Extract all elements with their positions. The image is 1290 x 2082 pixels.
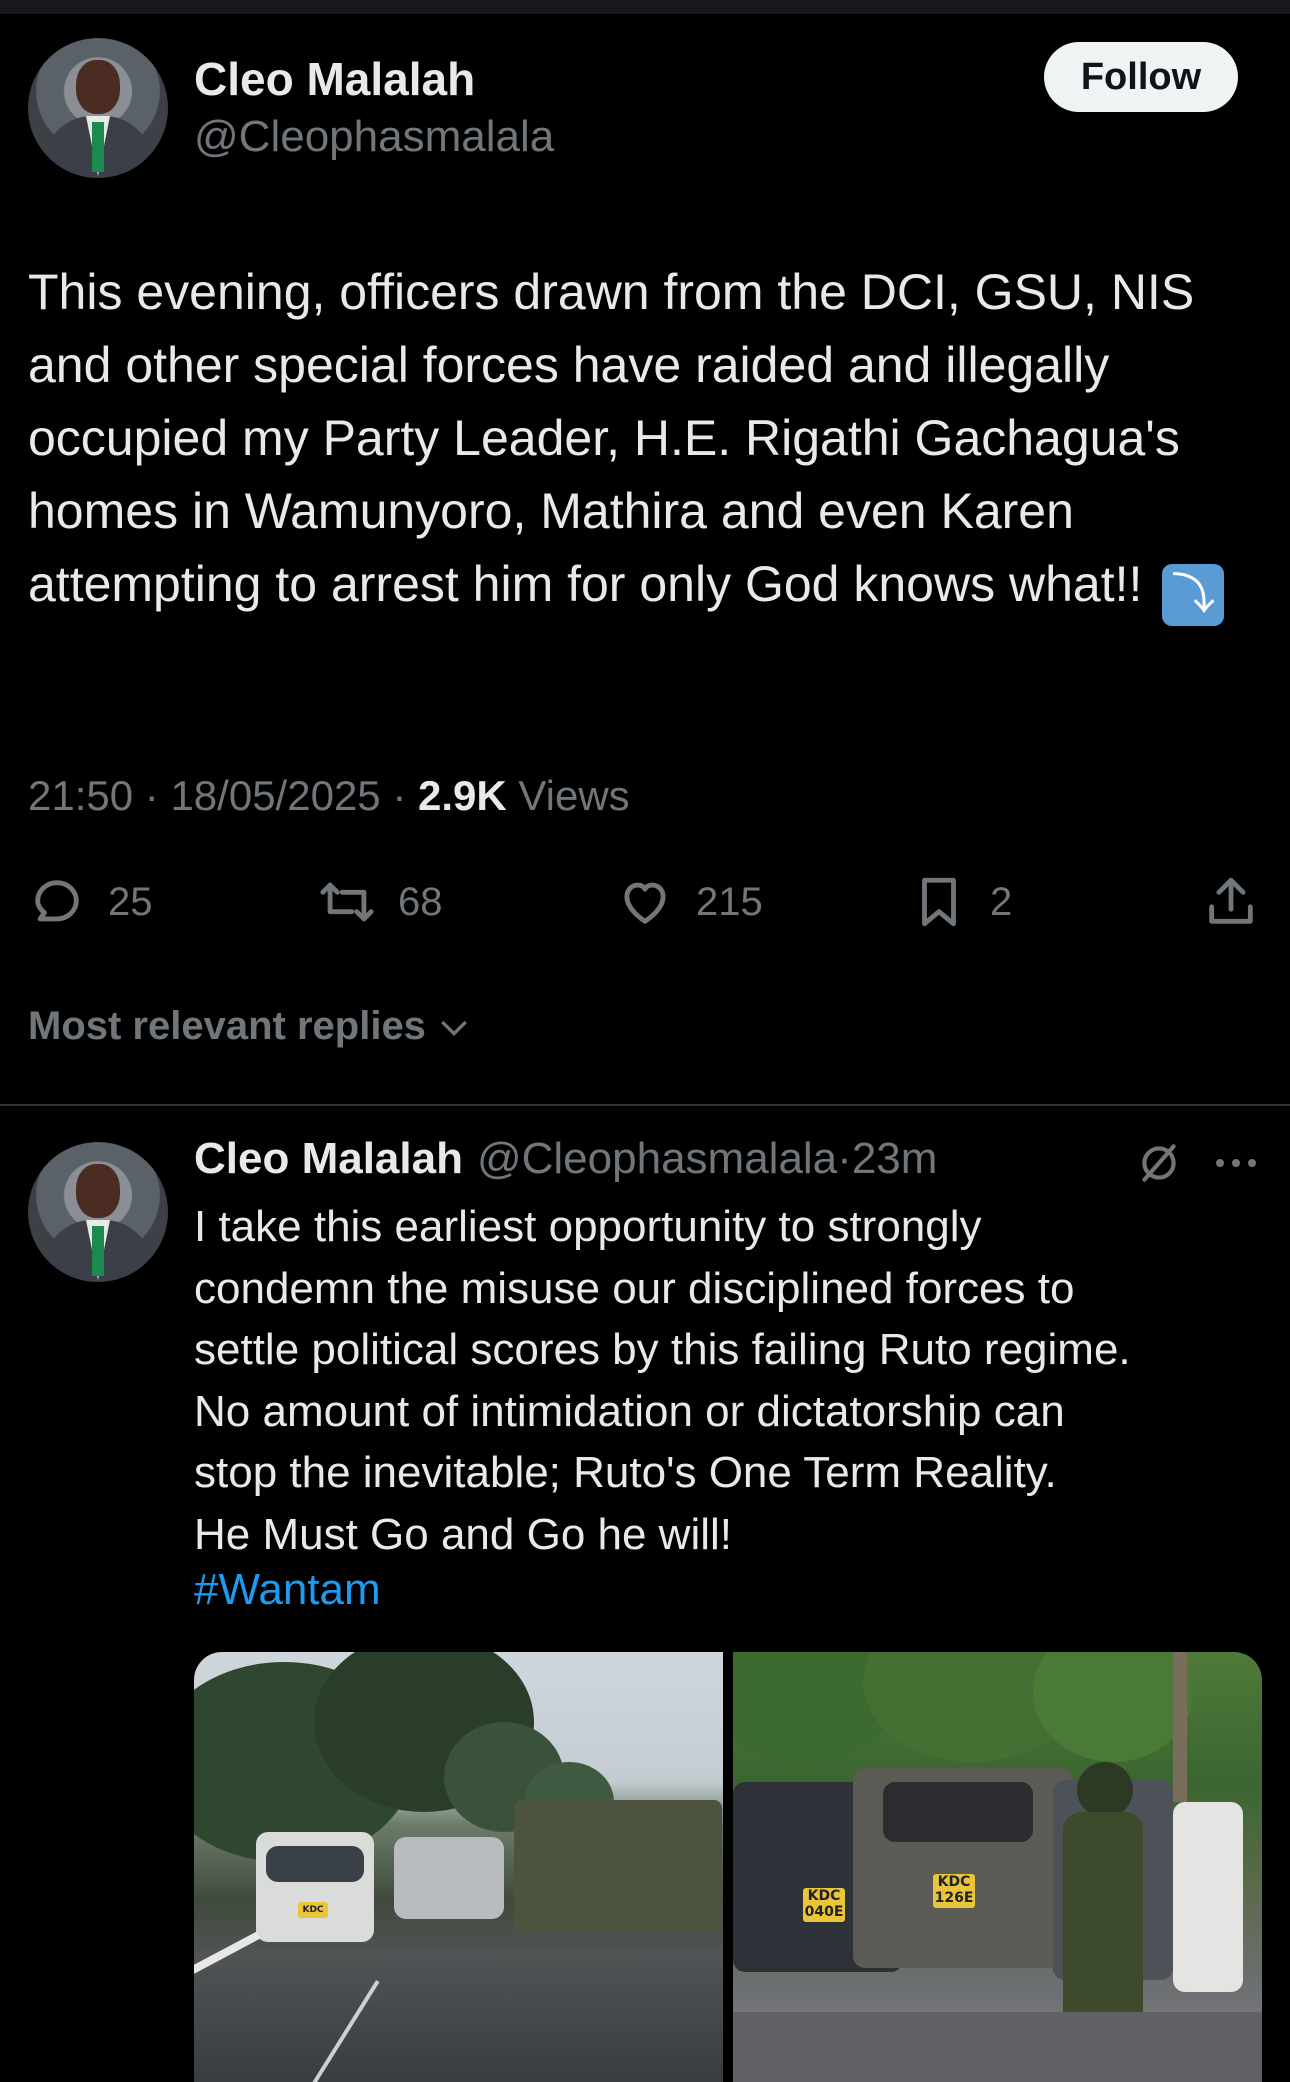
- license-plate-2: KDC 126E: [933, 1874, 975, 1908]
- divider: [0, 1104, 1290, 1106]
- reply-text: I take this earliest opportunity to stro…: [194, 1202, 1131, 1559]
- tweet-text: This evening, officers drawn from the DC…: [28, 256, 1268, 626]
- tweet-meta: 21:50 · 18/05/2025 · 2.9K Views: [28, 772, 630, 819]
- reply-header: Cleo Malalah @Cleophasmalala·23m: [194, 1134, 937, 1184]
- reply-icon: [35, 880, 79, 922]
- reply-photo-1[interactable]: KDC: [194, 1652, 723, 2082]
- replies-sort-label: Most relevant replies: [28, 1004, 426, 1048]
- more-options-icon[interactable]: [1212, 1148, 1260, 1178]
- grok-icon[interactable]: [1134, 1138, 1184, 1188]
- arrow-down-emoji-icon: ⤵: [1162, 564, 1225, 626]
- tweet-time[interactable]: 21:50: [28, 772, 133, 819]
- reply-count: 25: [108, 879, 153, 924]
- bookmark-count: 2: [990, 879, 1013, 924]
- tweet-date[interactable]: 18/05/2025: [170, 772, 380, 819]
- repost-button[interactable]: 68: [318, 872, 443, 932]
- views-label: Views: [518, 772, 630, 819]
- hashtag-link[interactable]: #Wantam: [194, 1565, 381, 1615]
- author-name[interactable]: Cleo Malalah: [194, 52, 475, 106]
- reply-time: 23m: [851, 1134, 938, 1183]
- status-bar: [0, 0, 1290, 14]
- chevron-down-icon: [441, 1020, 467, 1036]
- license-plate-1: KDC 040E: [803, 1888, 845, 1922]
- share-button[interactable]: [1202, 872, 1260, 932]
- repost-count: 68: [398, 879, 443, 924]
- bookmark-button[interactable]: 2: [910, 872, 1012, 932]
- like-icon: [624, 882, 666, 924]
- follow-button[interactable]: Follow: [1044, 42, 1238, 112]
- reply-photo-2[interactable]: KDC 040E KDC 126E: [733, 1652, 1262, 2082]
- like-count: 215: [696, 879, 763, 924]
- reply-button[interactable]: 25: [28, 872, 153, 932]
- author-avatar[interactable]: [28, 38, 168, 178]
- bookmark-icon: [922, 877, 956, 927]
- like-button[interactable]: 215: [616, 872, 763, 932]
- reply-author-avatar[interactable]: [28, 1142, 168, 1282]
- views-count[interactable]: 2.9K: [418, 772, 507, 819]
- tweet-body: This evening, officers drawn from the DC…: [28, 264, 1195, 612]
- replies-sort-dropdown[interactable]: Most relevant replies: [28, 1004, 474, 1049]
- reply-author-name[interactable]: Cleo Malalah: [194, 1134, 463, 1184]
- reply-author-handle[interactable]: @Cleophasmalala·23m: [477, 1134, 937, 1184]
- repost-icon: [320, 882, 374, 922]
- author-handle[interactable]: @Cleophasmalala: [194, 112, 554, 162]
- reply-media-grid: KDC KDC 040E KDC 126E: [194, 1652, 1262, 2082]
- share-icon: [1209, 877, 1253, 924]
